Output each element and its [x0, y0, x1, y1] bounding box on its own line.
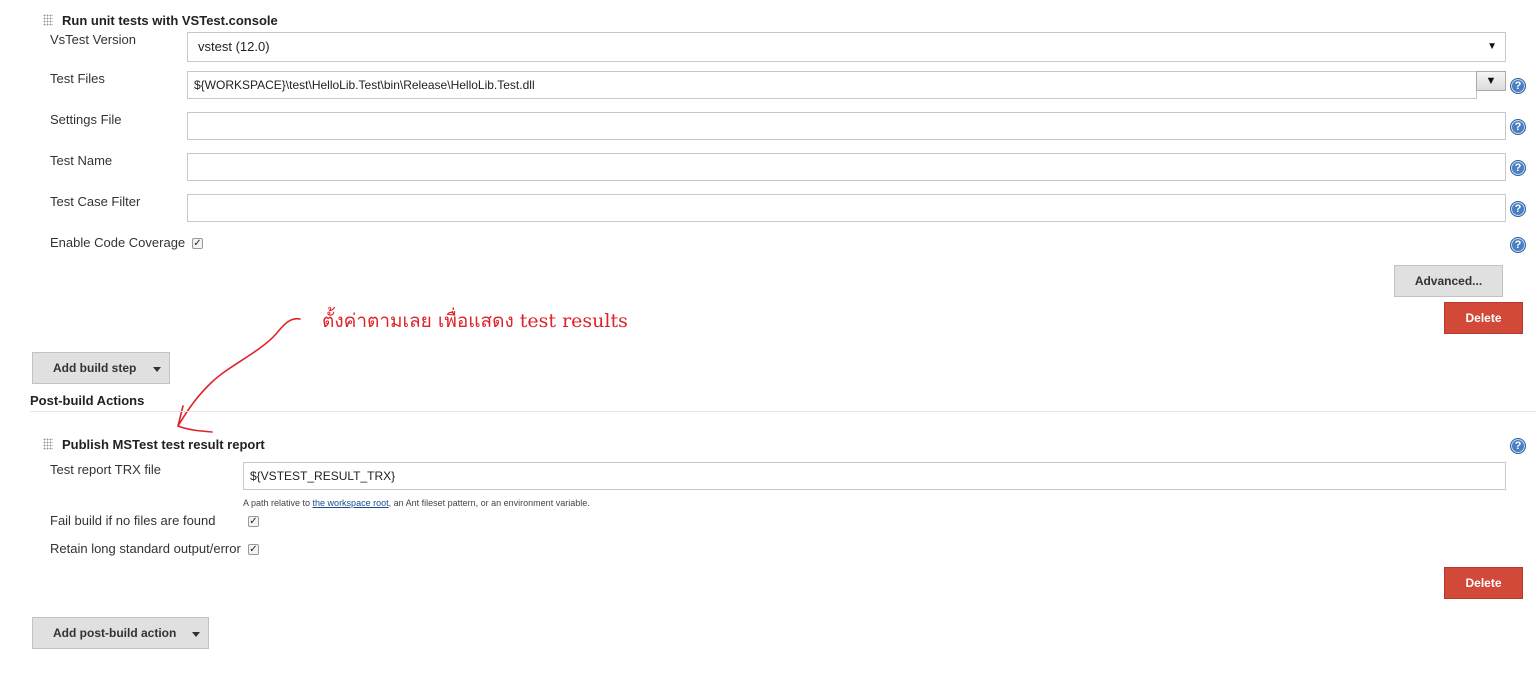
post-build-heading: Post-build Actions	[30, 393, 145, 408]
advanced-button[interactable]: Advanced...	[1394, 265, 1503, 297]
help-icon[interactable]: ?	[1510, 438, 1526, 454]
divider	[30, 411, 1536, 412]
test-files-value: ${WORKSPACE}\test\HelloLib.Test\bin\Rele…	[194, 78, 535, 92]
annotation-text: ตั้งค่าตามเลย เพื่อแสดง test results	[322, 310, 628, 332]
annotation-arrow-icon	[177, 317, 301, 433]
hint-suffix: , an Ant fileset pattern, or an environm…	[388, 498, 590, 508]
vstest-version-value: vstest (12.0)	[198, 39, 270, 54]
test-case-filter-label: Test Case Filter	[50, 194, 141, 209]
trx-file-input[interactable]: ${VSTEST_RESULT_TRX}	[243, 462, 1506, 490]
help-icon[interactable]: ?	[1510, 78, 1526, 94]
code-coverage-label: Enable Code Coverage	[50, 235, 186, 250]
help-icon[interactable]: ?	[1510, 201, 1526, 217]
help-icon[interactable]: ?	[1510, 160, 1526, 176]
vstest-section-title: Run unit tests with VSTest.console	[62, 13, 278, 28]
chevron-down-icon: ▼	[1487, 41, 1497, 52]
retain-output-label: Retain long standard output/error	[50, 541, 241, 556]
fail-build-label: Fail build if no files are found	[50, 513, 216, 528]
caret-down-icon	[153, 367, 161, 372]
fail-build-checkbox[interactable]: ✓	[248, 516, 259, 527]
mstest-section-title: Publish MSTest test result report	[62, 437, 265, 452]
settings-file-input[interactable]	[187, 112, 1506, 140]
test-name-label: Test Name	[50, 153, 113, 168]
add-post-build-action-label: Add post-build action	[53, 626, 177, 640]
drag-handle-icon[interactable]	[43, 14, 53, 26]
test-name-input[interactable]	[187, 153, 1506, 181]
add-build-step-label: Add build step	[53, 361, 137, 375]
caret-down-icon	[192, 632, 200, 637]
trx-file-value: ${VSTEST_RESULT_TRX}	[250, 469, 396, 483]
code-coverage-checkbox[interactable]: ✓	[192, 238, 203, 249]
vstest-version-label: VsTest Version	[50, 32, 136, 47]
add-post-build-action-button[interactable]: Add post-build action	[32, 617, 209, 649]
test-files-input[interactable]: ${WORKSPACE}\test\HelloLib.Test\bin\Rele…	[187, 71, 1477, 99]
add-build-step-button[interactable]: Add build step	[32, 352, 170, 384]
vstest-version-select[interactable]: vstest (12.0) ▼	[187, 32, 1506, 62]
drag-handle-icon[interactable]	[43, 438, 53, 450]
retain-output-checkbox[interactable]: ✓	[248, 544, 259, 555]
trx-file-label: Test report TRX file	[50, 462, 162, 477]
expand-textarea-button[interactable]: ▼	[1476, 71, 1506, 91]
test-case-filter-input[interactable]	[187, 194, 1506, 222]
settings-file-label: Settings File	[50, 112, 122, 127]
workspace-root-link[interactable]: the workspace root	[313, 498, 389, 508]
test-files-label: Test Files	[50, 71, 105, 86]
help-icon[interactable]: ?	[1510, 119, 1526, 135]
help-icon[interactable]: ?	[1510, 237, 1526, 253]
delete-button[interactable]: Delete	[1444, 567, 1523, 599]
hint-prefix: A path relative to	[243, 498, 313, 508]
trx-file-hint: A path relative to the workspace root, a…	[243, 498, 590, 508]
delete-button[interactable]: Delete	[1444, 302, 1523, 334]
